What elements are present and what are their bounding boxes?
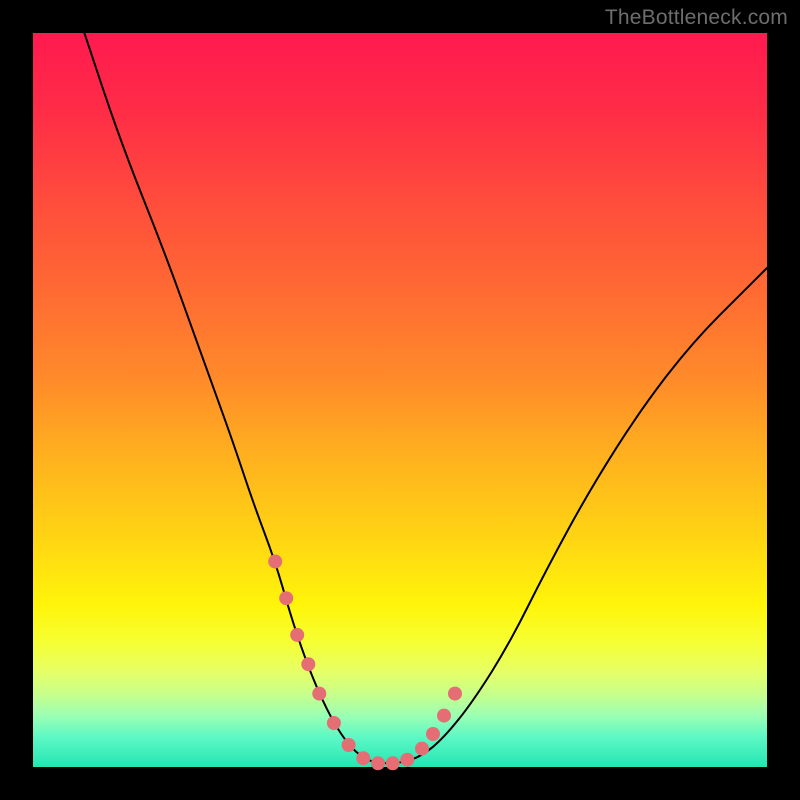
- highlight-marker: [386, 756, 400, 770]
- highlight-marker: [356, 751, 370, 765]
- highlight-marker: [268, 555, 282, 569]
- bottleneck-curve: [84, 33, 767, 763]
- highlight-marker: [426, 727, 440, 741]
- highlight-marker: [301, 657, 315, 671]
- highlight-marker: [400, 753, 414, 767]
- highlight-marker: [371, 756, 385, 770]
- watermark-text: TheBottleneck.com: [605, 6, 788, 30]
- highlight-marker: [290, 628, 304, 642]
- chart-canvas: TheBottleneck.com: [0, 0, 800, 800]
- highlight-markers: [268, 555, 462, 771]
- plot-area: [33, 33, 767, 767]
- highlight-marker: [415, 742, 429, 756]
- highlight-marker: [327, 716, 341, 730]
- curve-layer: [33, 33, 767, 767]
- highlight-marker: [312, 687, 326, 701]
- highlight-marker: [279, 591, 293, 605]
- highlight-marker: [342, 738, 356, 752]
- highlight-marker: [448, 687, 462, 701]
- highlight-marker: [437, 709, 451, 723]
